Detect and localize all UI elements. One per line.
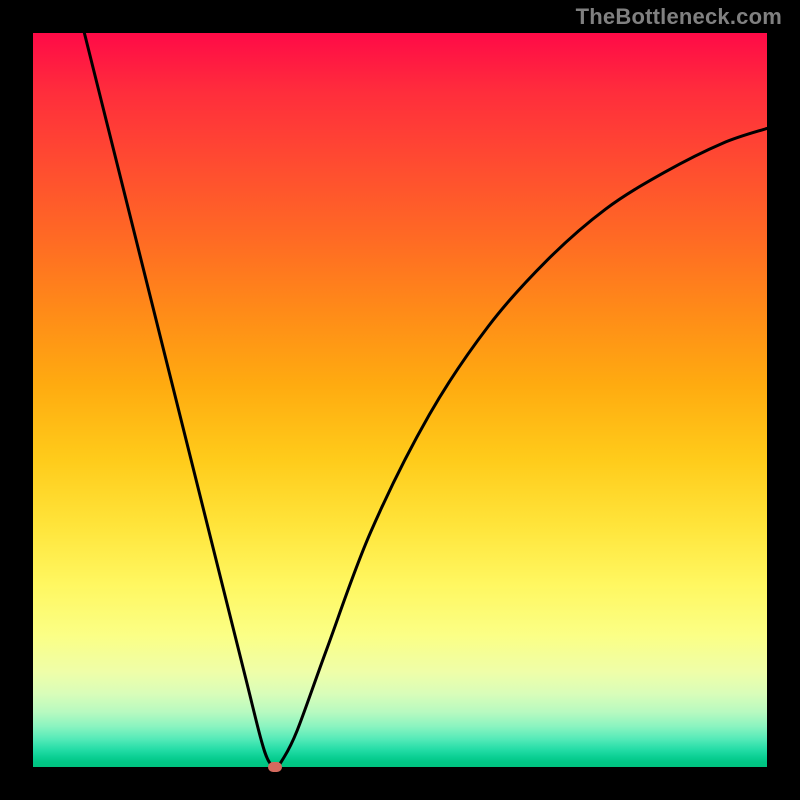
plot-area — [33, 33, 767, 767]
watermark-text: TheBottleneck.com — [576, 4, 782, 30]
curve-svg — [33, 33, 767, 767]
chart-frame: TheBottleneck.com — [0, 0, 800, 800]
min-marker — [268, 762, 282, 772]
bottleneck-curve-path — [84, 33, 767, 767]
